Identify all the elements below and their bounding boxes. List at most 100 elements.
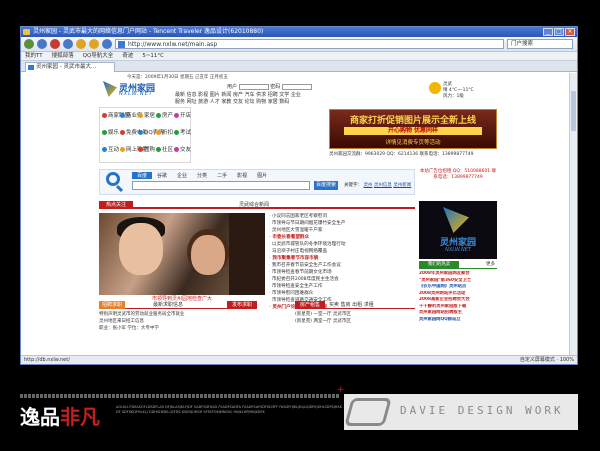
category-label: 房产	[162, 113, 174, 119]
home-icon[interactable]	[76, 39, 86, 49]
news-item[interactable]: 马沿坝子村庄电视网络覆盖	[269, 248, 415, 255]
news-item[interactable]: 小议同志国家老区考察慰问	[269, 213, 415, 220]
maximize-icon[interactable]: □	[554, 28, 564, 36]
status-bar: http://db.nxlw.net/ 自定义屏幕模式 · 100%	[21, 355, 577, 364]
category-icon	[120, 130, 125, 135]
jobs-label: 招聘求职	[99, 301, 125, 309]
job-item[interactable]: 灵州地区来日招工信息	[99, 318, 257, 325]
news-item[interactable]: 市领导检查安全生产工作	[269, 283, 415, 290]
news-item[interactable]: 市领导慰问困难群众	[269, 290, 415, 297]
category-icon	[156, 147, 161, 152]
category-label: 团购	[144, 147, 156, 153]
fav-item[interactable]: 奇迹	[122, 52, 133, 60]
tab-active[interactable]: 灵州家园 - 灵武市最大...	[25, 62, 115, 72]
status-zoom[interactable]: 自定义屏幕模式 · 100%	[520, 356, 574, 364]
news-item[interactable]: 市领导检查春节前期文化市场	[269, 269, 415, 276]
news-item[interactable]: 市委长春看望群众	[269, 234, 415, 241]
news-item[interactable]: 灵州地区大雪温暖千户家	[269, 227, 415, 234]
stop-icon[interactable]	[50, 39, 60, 49]
baidu-search-button[interactable]: 百度搜索	[314, 181, 338, 190]
news-item[interactable]: 我市召开春节前安全生产工作会议	[269, 262, 415, 269]
password-input[interactable]	[281, 83, 312, 90]
title-bar: 灵州家园 - 灵武市最大的网络信息门户网站 - Tencent Traveler…	[21, 27, 577, 37]
hot-sale-label: 我们的热卖	[419, 261, 459, 269]
history-icon[interactable]	[102, 39, 112, 49]
news-item[interactable]: 市领导与节日期间烟花爆竹安全生产	[269, 220, 415, 227]
jobs-title: 最新求职信息	[153, 302, 184, 308]
user-input[interactable]	[238, 83, 269, 90]
category-label: 娱乐	[108, 130, 120, 136]
davie-text: DAVIE DESIGN WORK	[400, 404, 564, 417]
weather-wind: 风力：1级	[443, 94, 464, 99]
category-item[interactable]: 折扣	[156, 128, 173, 136]
fav-item[interactable]: QQ导航大全	[83, 52, 114, 60]
category-icon	[156, 130, 161, 135]
scroll-thumb[interactable]	[571, 91, 576, 131]
back-icon[interactable]	[24, 39, 34, 49]
job-item[interactable]: 特别声明灵武市的劳动就业服务局全市就业	[99, 311, 257, 318]
news-photo[interactable]	[99, 213, 265, 295]
category-item[interactable]: 房产	[156, 111, 173, 119]
housing-item[interactable]: (新星苑) 两室一厅 灵武市区	[295, 318, 415, 325]
keyword-link[interactable]: 灵州信息	[374, 183, 392, 188]
pass-label: 密码	[270, 84, 281, 90]
category-item[interactable]: 家居	[138, 111, 155, 119]
search-input[interactable]: 门户搜索	[507, 39, 573, 49]
search-tab[interactable]: 图片	[252, 172, 272, 179]
housing-tabs[interactable]: 买卖 售房 出租 求租	[329, 301, 374, 309]
right-logo[interactable]: 灵州家园 NXLW.NET	[419, 201, 497, 259]
news-item[interactable]: 我市聚集春节市容市貌	[269, 255, 415, 262]
fav-item[interactable]: 我的TT	[25, 52, 43, 60]
forward-icon[interactable]	[37, 39, 47, 49]
main-nav-1[interactable]: 最新 信息 影视 图片 新闻 房产 汽车 供求 招聘 文学 企业	[175, 91, 301, 98]
search-tab[interactable]: 百度	[132, 172, 153, 179]
fav-item[interactable]: 搜狐部落	[52, 52, 74, 60]
fav-item[interactable]: 5~11°C	[142, 52, 164, 60]
category-item[interactable]: 团购	[138, 145, 155, 153]
site-search-input[interactable]	[132, 181, 310, 190]
favorites-icon[interactable]	[89, 39, 99, 49]
toolbar: http://www.nxlw.net/main.asp 门户搜索	[21, 37, 577, 52]
address-bar[interactable]: http://www.nxlw.net/main.asp	[115, 39, 504, 49]
category-icon	[138, 113, 143, 118]
category-label: 家居	[144, 113, 156, 119]
category-icon	[138, 147, 143, 152]
category-item[interactable]: 社区	[156, 145, 173, 153]
minimize-icon[interactable]: _	[543, 28, 553, 36]
category-item[interactable]: 互动	[102, 145, 119, 153]
news-item[interactable]: 以灵武市城管队的冬季环境治理行动	[269, 241, 415, 248]
housing-item[interactable]: (新星苑) 一室一厅 灵武市区	[295, 311, 415, 318]
close-icon[interactable]: ×	[565, 28, 575, 36]
address-text: http://www.nxlw.net/main.asp	[128, 41, 218, 48]
category-icon	[102, 147, 107, 152]
category-icon	[102, 113, 107, 118]
tab-title: 灵州家园 - 灵武市最大...	[36, 64, 97, 70]
site-search: 百度 谷歌 企业 分类 二手 影视 图片 百度搜索 关键字： 灵州 灵州信息 灵州新闻	[99, 169, 415, 195]
photo-person-2	[191, 235, 225, 275]
search-tab[interactable]: 企业	[172, 172, 192, 179]
vertical-scrollbar[interactable]	[569, 73, 577, 355]
category-item[interactable]: 考试	[174, 128, 191, 136]
job-item[interactable]: 职业：张小军 学位：大专中学	[99, 325, 257, 332]
main-nav-2[interactable]: 服务 网址 旅游 人才 家教 交友 论坛 购物 家居 数码	[175, 98, 289, 105]
more-link[interactable]: 更多	[486, 261, 495, 269]
category-item[interactable]: 娱乐	[102, 128, 119, 136]
search-tab[interactable]: 谷歌	[152, 172, 172, 179]
refresh-icon[interactable]	[63, 39, 73, 49]
keyword-link[interactable]: 灵州新闻	[393, 183, 411, 188]
search-tab[interactable]: 二手	[212, 172, 232, 179]
keyword-link[interactable]: 灵州	[363, 183, 372, 188]
footer-logo: 逸品非凡	[20, 401, 110, 431]
page-content: 今天是：2009年1月30日 星期五 己丑年 正月初五 灵州家园 NXLW.NE…	[21, 73, 569, 355]
promo-banner[interactable]: 商家打折促销图片展示全新上线 开心购物 优惠同样 详情见消费专页等活动	[329, 109, 497, 149]
search-tab[interactable]: 分类	[192, 172, 212, 179]
hot-sale-item[interactable]: 灵州家园网QQ群成立	[419, 317, 497, 324]
site-logo[interactable]: 灵州家园 NXLW.NET	[103, 81, 173, 99]
category-item[interactable]: 交友	[174, 145, 191, 153]
keyword-label: 关键字：	[344, 183, 362, 188]
news-item[interactable]: 市纪委召开2008年度民主生活会	[269, 276, 415, 283]
news-list: 小议同志国家老区考察慰问市领导与节日期间烟花爆竹安全生产灵州地区大雪温暖千户家市…	[269, 213, 415, 311]
search-tab[interactable]: 影视	[232, 172, 252, 179]
post-job-button[interactable]: 发布求职	[227, 301, 257, 309]
category-item[interactable]: 开店	[174, 111, 191, 119]
